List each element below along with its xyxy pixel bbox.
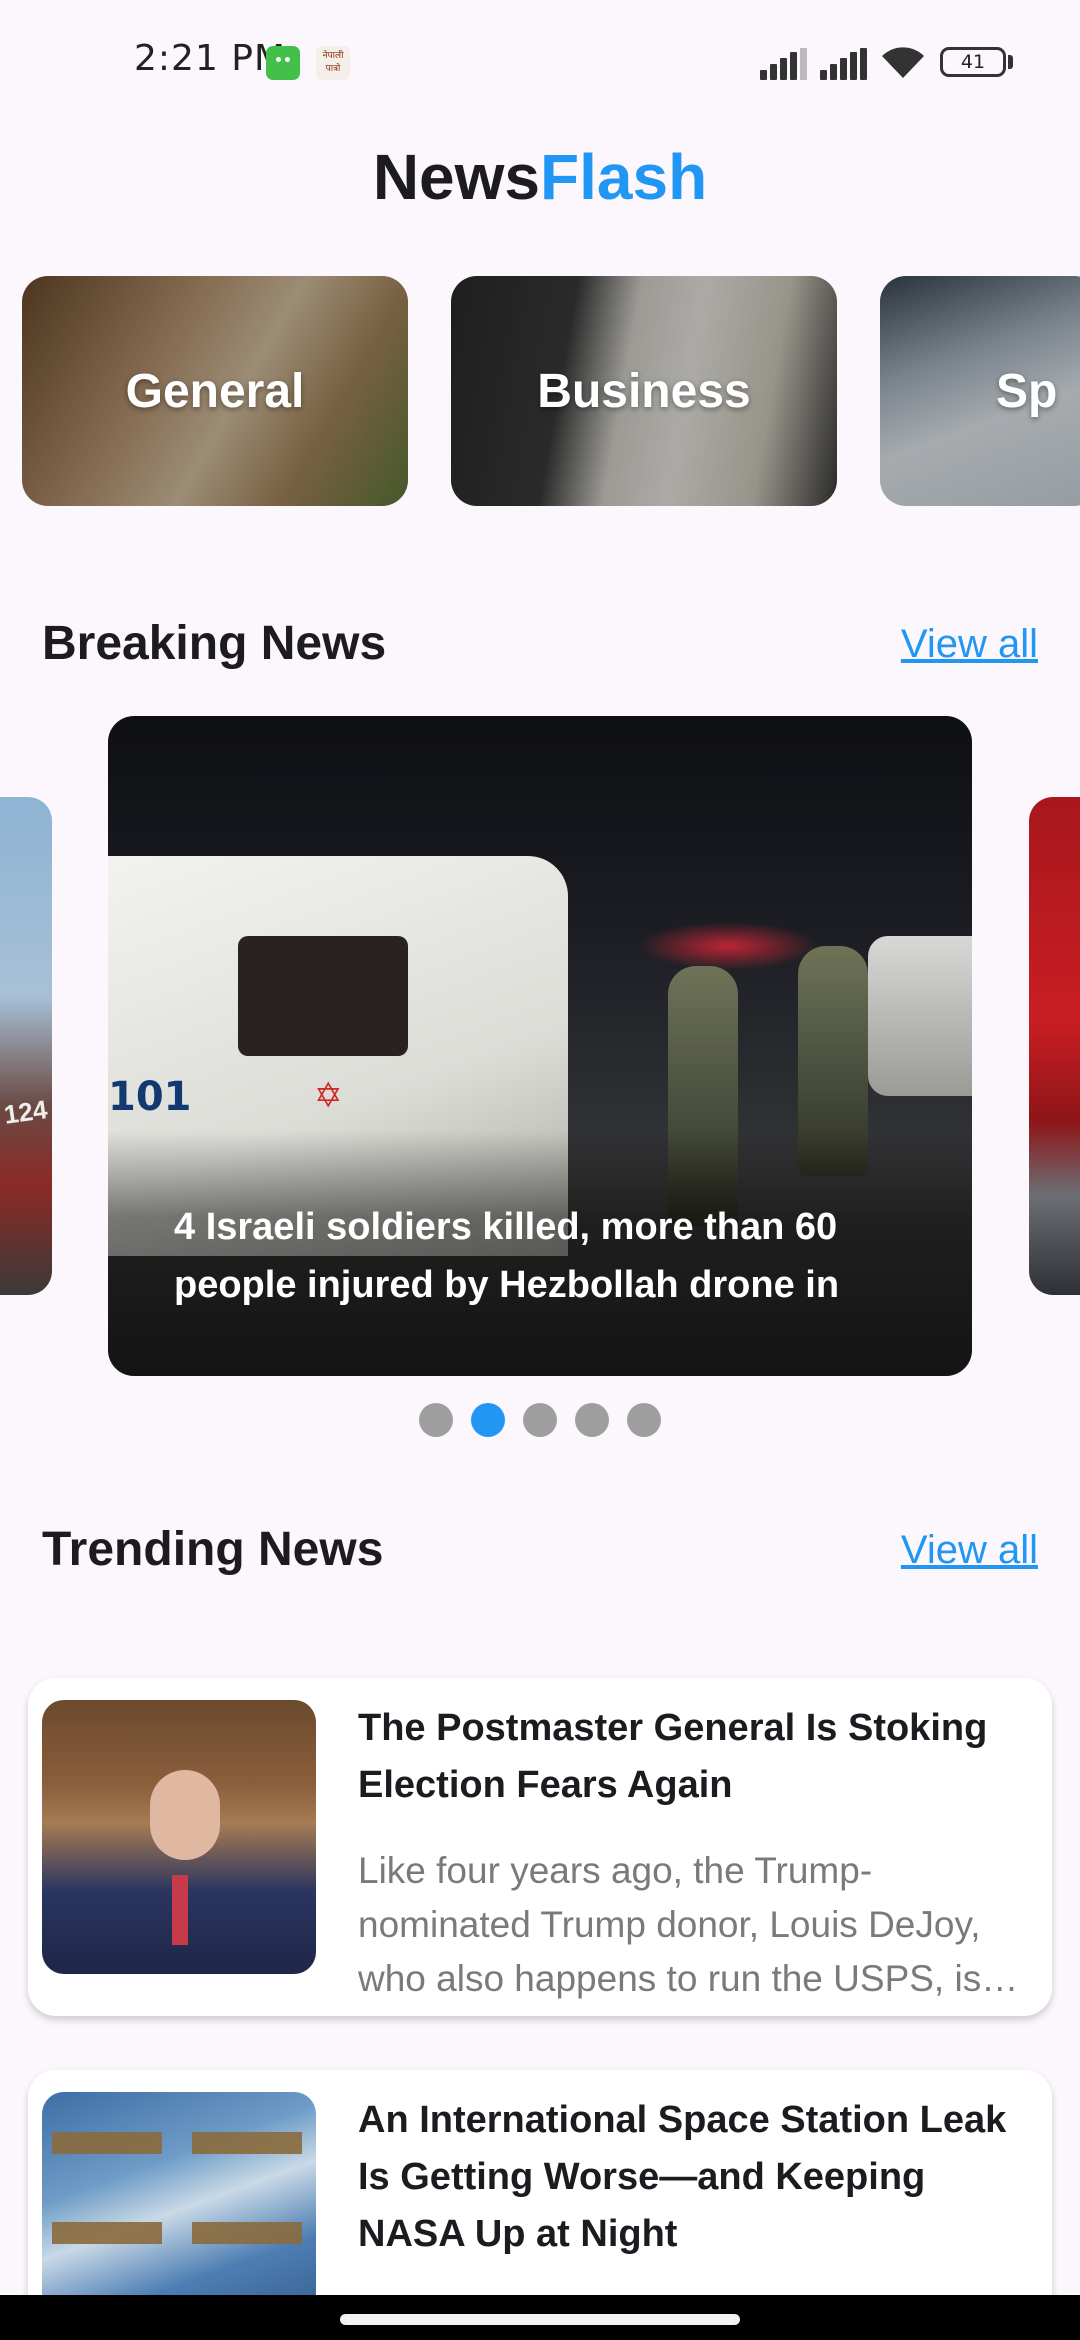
category-label: General (125, 364, 305, 418)
signal-icon-sim2 (820, 48, 870, 80)
trending-news-heading: Trending News (42, 1523, 384, 1576)
carousel-dot[interactable] (419, 1403, 453, 1437)
carousel-next-card[interactable] (1029, 797, 1080, 1295)
trending-news-item[interactable]: The Postmaster General Is Stoking Electi… (28, 1678, 1052, 2016)
breaking-view-all-link[interactable]: View all (901, 622, 1038, 667)
status-time: 2:21 PM (134, 38, 287, 79)
wifi-icon (882, 47, 924, 78)
breaking-news-heading: Breaking News (42, 617, 387, 670)
home-indicator[interactable] (340, 2314, 740, 2325)
news-app-screen: 2:21 PM नेपाली पात्रो 41 NewsFlash Gener… (0, 0, 1080, 2340)
news-description: Like four years ago, the Trump-nominated… (358, 1850, 1019, 1999)
signal-icon (760, 48, 810, 80)
battery-indicator: 41 (940, 47, 1006, 77)
category-label: Sp (996, 364, 1058, 418)
app-title-news: News (372, 141, 541, 213)
calendar-app-notification-icon: नेपाली पात्रो (316, 46, 350, 80)
carousel-dot[interactable] (627, 1403, 661, 1437)
breaking-news-card[interactable]: 101 ✡ 4 Israeli soldiers killed, more th… (108, 716, 972, 1376)
news-title: An International Space Station Leak Is G… (358, 2099, 1007, 2255)
breaking-news-caption: 4 Israeli soldiers killed, more than 60 … (174, 1206, 840, 1306)
carousel-prev-card[interactable]: 124 (0, 797, 52, 1295)
battery-tip-icon (1008, 55, 1013, 69)
status-bar: 2:21 PM नेपाली पात्रो 41 (0, 0, 1080, 120)
app-title: NewsFlash (0, 140, 1080, 214)
app-title-flash: Flash (540, 141, 708, 213)
news-title: The Postmaster General Is Stoking Electi… (358, 1707, 988, 1806)
battery-level: 41 (960, 51, 986, 73)
trending-view-all-link[interactable]: View all (901, 1528, 1038, 1573)
carousel-dot-active[interactable] (471, 1403, 505, 1437)
category-card-general[interactable]: General (22, 276, 408, 506)
category-label: Business (537, 364, 751, 418)
cat-app-notification-icon (266, 46, 300, 80)
image-plate-text: 101 (108, 1074, 192, 1120)
category-strip: General Business Sp (0, 276, 1080, 508)
carousel-indicator (0, 1403, 1080, 1442)
category-card-sports[interactable]: Sp (880, 276, 1080, 506)
category-card-business[interactable]: Business (451, 276, 837, 506)
news-thumbnail (42, 1700, 316, 1974)
prev-card-image-text: 124 (2, 1094, 50, 1130)
carousel-dot[interactable] (523, 1403, 557, 1437)
carousel-dot[interactable] (575, 1403, 609, 1437)
